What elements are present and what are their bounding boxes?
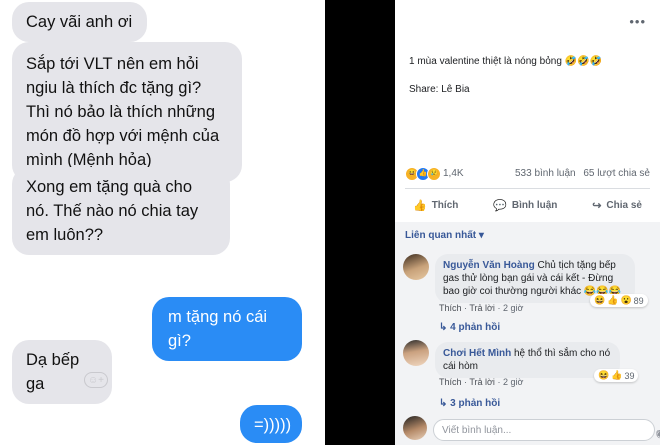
message-text: Cay vãi anh ơi	[26, 13, 133, 31]
chat-panel: Cay vãi anh ơi Sắp tới VLT nên em hỏi ng…	[0, 0, 325, 445]
view-replies-link[interactable]: ↳ 3 phản hồi	[439, 398, 500, 409]
facebook-post: ••• 1 mùa valentine thiệt là nóng bỏng 🤣…	[395, 0, 660, 445]
black-divider	[325, 0, 395, 445]
chat-message-incoming: Sắp tới VLT nên em hỏi ngiu là thích đc …	[12, 42, 242, 182]
chat-message-outgoing: =)))))	[240, 405, 302, 443]
post-text: 1 mùa valentine thiệt là nóng bỏng 🤣🤣🤣	[409, 56, 603, 67]
more-dots-icon[interactable]: •••	[629, 14, 646, 29]
post-actions: 👍 Thích 💬 Bình luận ↪ Chia sẻ	[405, 194, 650, 216]
thumbs-up-icon: 👍	[413, 199, 427, 212]
like-button[interactable]: 👍 Thích	[405, 194, 466, 216]
reaction-count[interactable]: 1,4K	[443, 168, 464, 179]
message-text: =)))))	[254, 416, 292, 434]
wow-reaction-icon: 😮	[620, 295, 632, 305]
comment-sort-dropdown[interactable]: Liên quan nhất ▾	[405, 230, 484, 241]
post-share-credit: Share: Lê Bia	[409, 84, 470, 95]
replies-label: 3 phản hồi	[450, 398, 501, 409]
like-label: Thích	[431, 199, 459, 211]
comments-section: Liên quan nhất ▾ Nguyễn Văn Hoàng Chủ tị…	[395, 222, 660, 445]
like-reaction-icon: 👍	[607, 295, 619, 305]
sad-reaction-icon: 😢	[427, 167, 441, 181]
avatar	[403, 416, 427, 440]
reply-arrow-icon: ↳	[439, 322, 448, 333]
avatar[interactable]	[403, 254, 429, 280]
comment-like-link[interactable]: Thích	[439, 303, 462, 313]
chat-message-incoming: Xong em tặng quà cho nó. Thế nào nó chia…	[12, 167, 230, 255]
comment-reactions[interactable]: 😆 👍 😮 89	[590, 294, 648, 307]
share-arrow-icon: ↪	[592, 199, 602, 212]
message-text: Xong em tặng quà cho nó. Thế nào nó chia…	[26, 178, 199, 244]
comment-bubble: Chơi Hết Mình hệ thổ thì sắm cho nó cái …	[435, 342, 620, 378]
comment-input[interactable]: Viết bình luận... ☺ ◉ GIF ☻	[433, 419, 660, 441]
chat-message-outgoing: m tặng nó cái gì?	[152, 297, 302, 361]
message-text: Dạ bếp ga	[26, 351, 80, 393]
message-text: Sắp tới VLT nên em hỏi ngiu là thích đc …	[26, 55, 220, 169]
comment-like-link[interactable]: Thích	[439, 377, 462, 387]
chat-message-incoming: Cay vãi anh ơi	[12, 2, 147, 42]
reply-arrow-icon: ↳	[439, 398, 448, 409]
commenter-name[interactable]: Chơi Hết Mình	[443, 348, 511, 359]
add-reaction-icon[interactable]: ☺+	[84, 372, 108, 388]
commenter-name[interactable]: Nguyễn Văn Hoàng	[443, 260, 535, 271]
reaction-icons[interactable]: 😆 👍 😢	[405, 167, 441, 181]
post-stats: 😆 👍 😢 1,4K 533 bình luận 65 lượt chia sẻ	[405, 166, 650, 182]
share-label: Chia sẻ	[606, 199, 642, 211]
avatar[interactable]	[403, 340, 429, 366]
comment-input-placeholder: Viết bình luận...	[442, 425, 512, 436]
comment-reply-link[interactable]: Trả lời	[469, 303, 495, 313]
comment-reactions[interactable]: 😆 👍 39	[594, 369, 639, 382]
share-button[interactable]: ↪ Chia sẻ	[584, 194, 650, 216]
comment-meta: Thích · Trả lời · 2 giờ	[439, 303, 524, 313]
comment-reaction-count: 39	[624, 370, 635, 381]
comment-time[interactable]: 2 giờ	[503, 377, 523, 387]
comment-icon: 💬	[493, 199, 507, 212]
comment-reaction-count: 89	[633, 295, 644, 306]
view-replies-link[interactable]: ↳ 4 phản hồi	[439, 322, 500, 333]
comment-reply-link[interactable]: Trả lời	[469, 377, 495, 387]
comments-count[interactable]: 533 bình luận	[515, 168, 576, 179]
divider	[405, 188, 650, 189]
comment-label: Bình luận	[511, 199, 558, 211]
like-reaction-icon: 👍	[611, 370, 623, 380]
comment-button[interactable]: 💬 Bình luận	[485, 194, 565, 216]
haha-reaction-icon: 😆	[598, 370, 610, 380]
replies-label: 4 phản hồi	[450, 322, 501, 333]
shares-count[interactable]: 65 lượt chia sẻ	[583, 168, 650, 179]
comment-time[interactable]: 2 giờ	[503, 303, 523, 313]
comment-meta: Thích · Trả lời · 2 giờ	[439, 377, 524, 387]
message-text: m tặng nó cái gì?	[168, 308, 268, 350]
sticker-icon[interactable]: ☻	[656, 429, 660, 440]
haha-reaction-icon: 😆	[594, 295, 606, 305]
